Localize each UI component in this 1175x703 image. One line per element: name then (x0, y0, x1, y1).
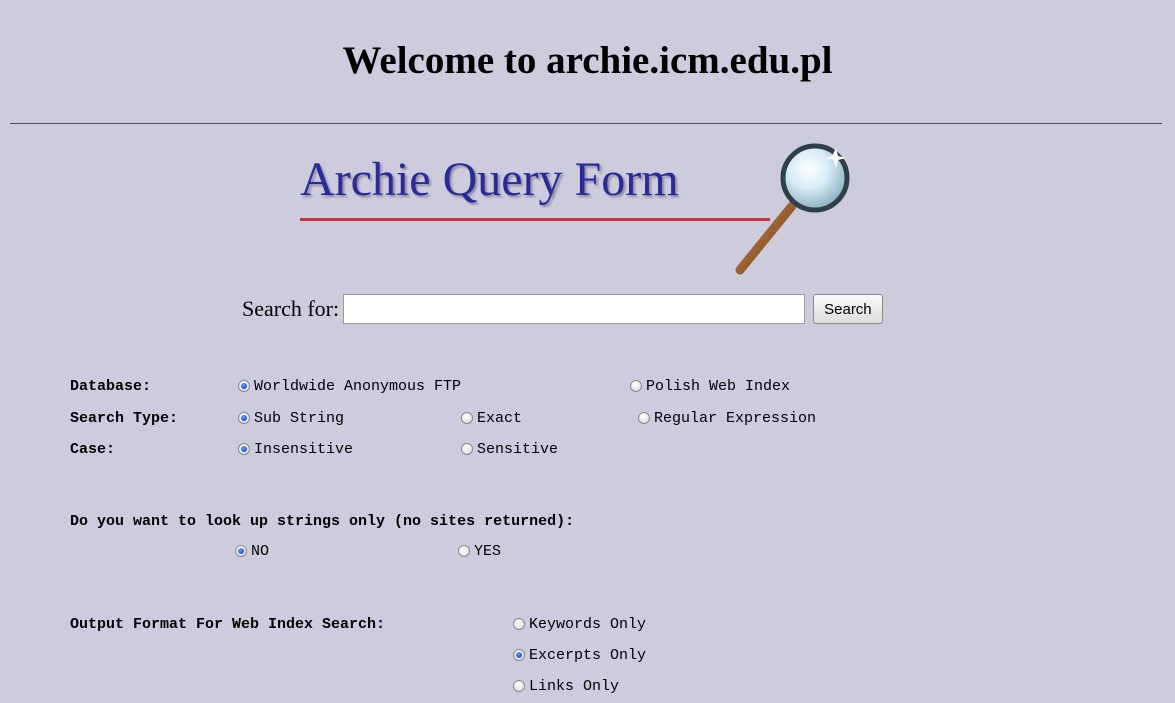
database-row: Database: (70, 375, 151, 397)
radio-checked-icon[interactable] (238, 412, 250, 424)
radio-icon[interactable] (458, 545, 470, 557)
radio-icon[interactable] (461, 443, 473, 455)
search-type-label: Search Type: (70, 409, 179, 427)
page-title: Welcome to archie.icm.edu.pl (342, 39, 833, 82)
archie-logo: Archie Query Form (290, 138, 880, 283)
search-type-row: Search Type: (70, 407, 178, 429)
radio-icon[interactable] (630, 380, 642, 392)
radio-checked-icon[interactable] (235, 545, 247, 557)
case-row: Case: (70, 438, 115, 460)
search-type-option-regex[interactable]: Regular Expression (638, 407, 816, 429)
radio-icon[interactable] (461, 412, 473, 424)
strings-only-question: Do you want to look up strings only (no … (70, 512, 575, 530)
search-input[interactable] (343, 294, 806, 324)
logo-underline (300, 218, 770, 221)
radio-icon[interactable] (513, 680, 525, 692)
case-option-insensitive[interactable]: Insensitive (238, 438, 353, 460)
search-button[interactable]: Search (813, 294, 883, 324)
radio-checked-icon[interactable] (513, 649, 525, 661)
search-type-option-substring[interactable]: Sub String (238, 407, 344, 429)
radio-checked-icon[interactable] (238, 380, 250, 392)
case-option-sensitive[interactable]: Sensitive (461, 438, 558, 460)
strings-only-option-yes[interactable]: YES (458, 540, 501, 562)
magnifier-icon (735, 143, 850, 275)
output-format-label: Output Format For Web Index Search: (70, 615, 386, 633)
database-option-polish[interactable]: Polish Web Index (630, 375, 790, 397)
search-type-option-exact[interactable]: Exact (461, 407, 522, 429)
output-format-option-links[interactable]: Links Only (513, 675, 619, 697)
radio-checked-icon[interactable] (238, 443, 250, 455)
case-label: Case: (70, 440, 116, 458)
radio-icon[interactable] (513, 618, 525, 630)
output-format-option-keywords[interactable]: Keywords Only (513, 613, 646, 635)
database-label: Database: (70, 377, 152, 395)
search-row: Search for: Search (242, 292, 883, 326)
output-format-row: Output Format For Web Index Search: (70, 613, 385, 635)
radio-icon[interactable] (638, 412, 650, 424)
logo-text: Archie Query Form (300, 153, 679, 206)
horizontal-rule (10, 123, 1162, 124)
database-option-ftp[interactable]: Worldwide Anonymous FTP (238, 375, 461, 397)
output-format-option-excerpts[interactable]: Excerpts Only (513, 644, 646, 666)
strings-only-option-no[interactable]: NO (235, 540, 269, 562)
search-label: Search for: (242, 296, 340, 321)
strings-only-row: Do you want to look up strings only (no … (70, 510, 574, 532)
